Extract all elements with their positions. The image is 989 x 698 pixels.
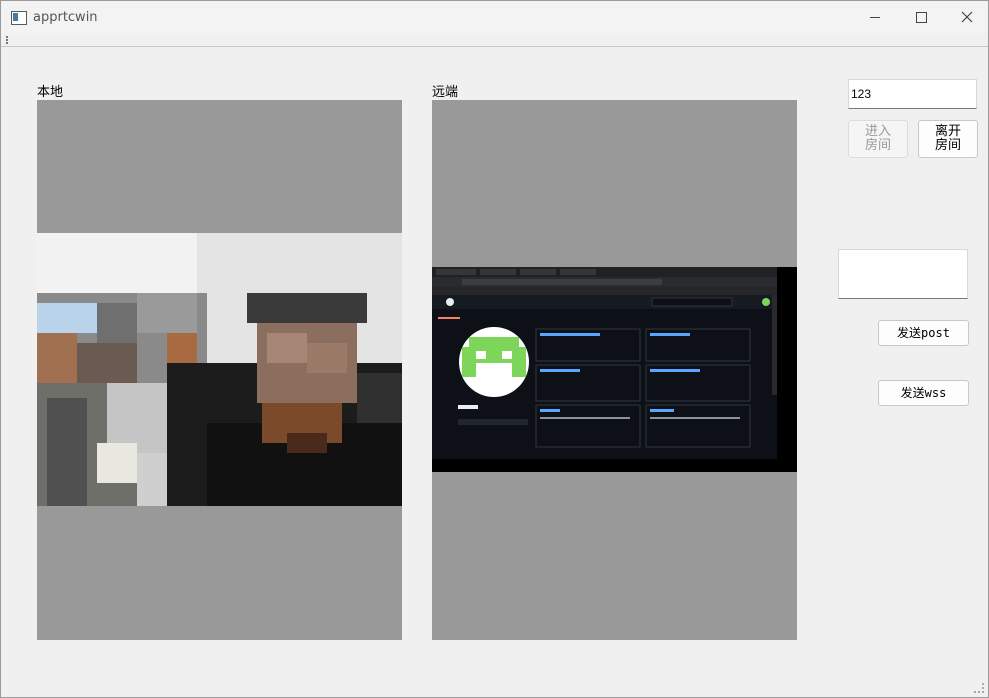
message-input[interactable] [838,249,968,299]
leave-room-button[interactable]: 离开 房间 [918,120,978,158]
maximize-icon [915,11,927,23]
minimize-icon [870,16,880,18]
remote-video-frame [432,267,797,472]
app-window: apprtcwin 本地 远端 123 进入 房间 离开 房间 发送post 发… [0,0,989,698]
join-room-label: 进入 房间 [864,124,891,153]
send-post-button[interactable]: 发送post [878,320,969,346]
window-title: apprtcwin [33,10,98,25]
close-button[interactable] [944,1,989,33]
room-id-input[interactable] [848,79,977,109]
remote-video [432,100,797,640]
local-video-label: 本地 [37,85,64,100]
resize-grip-icon[interactable] [974,683,984,693]
app-icon [11,11,27,25]
send-wss-button[interactable]: 发送wss [878,380,969,406]
maximize-button[interactable] [898,1,944,33]
close-icon [961,11,973,23]
join-room-button[interactable]: 进入 房间 [848,120,908,158]
toolbar-grip-icon[interactable] [6,36,10,44]
minimize-button[interactable] [852,1,898,33]
local-video [37,100,402,640]
leave-room-label: 离开 房间 [934,124,961,153]
remote-video-label: 远端 [432,85,459,100]
menu-bar [1,33,988,47]
title-bar: apprtcwin [1,1,988,33]
local-video-frame [37,233,402,506]
